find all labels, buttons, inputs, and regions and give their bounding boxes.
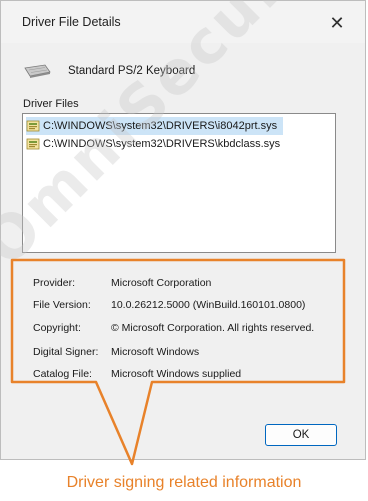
driver-files-label: Driver Files bbox=[23, 98, 79, 110]
file-version-label: File Version: bbox=[33, 299, 91, 311]
digital-signer-value: Microsoft Windows bbox=[111, 346, 200, 358]
digital-signer-row: Digital Signer: Microsoft Windows bbox=[33, 343, 199, 361]
digital-signer-label: Digital Signer: bbox=[33, 346, 99, 358]
dialog-title: Driver File Details bbox=[22, 15, 121, 29]
close-icon[interactable]: ✕ bbox=[323, 10, 351, 36]
file-version-row: File Version: 10.0.26212.5000 (WinBuild.… bbox=[33, 296, 305, 314]
provider-label: Provider: bbox=[33, 277, 76, 289]
keyboard-icon bbox=[24, 64, 51, 78]
copyright-label: Copyright: bbox=[33, 322, 81, 334]
driver-details: Provider: Microsoft Corporation File Ver… bbox=[13, 261, 343, 381]
driver-file-icon bbox=[26, 120, 40, 131]
driver-file-icon bbox=[26, 138, 40, 149]
catalog-file-label: Catalog File: bbox=[33, 368, 92, 380]
copyright-row: Copyright: © Microsoft Corporation. All … bbox=[33, 319, 314, 337]
file-version-value: 10.0.26212.5000 (WinBuild.160101.0800) bbox=[111, 299, 306, 311]
catalog-file-value: Microsoft Windows supplied bbox=[111, 368, 242, 380]
ok-button[interactable]: OK bbox=[265, 424, 337, 446]
provider-row: Provider: Microsoft Corporation bbox=[33, 274, 211, 292]
copyright-value: © Microsoft Corporation. All rights rese… bbox=[111, 322, 315, 334]
catalog-file-row: Catalog File: Microsoft Windows supplied bbox=[33, 365, 241, 383]
provider-value: Microsoft Corporation bbox=[111, 277, 212, 289]
annotation-caption: Driver signing related information bbox=[66, 474, 302, 491]
